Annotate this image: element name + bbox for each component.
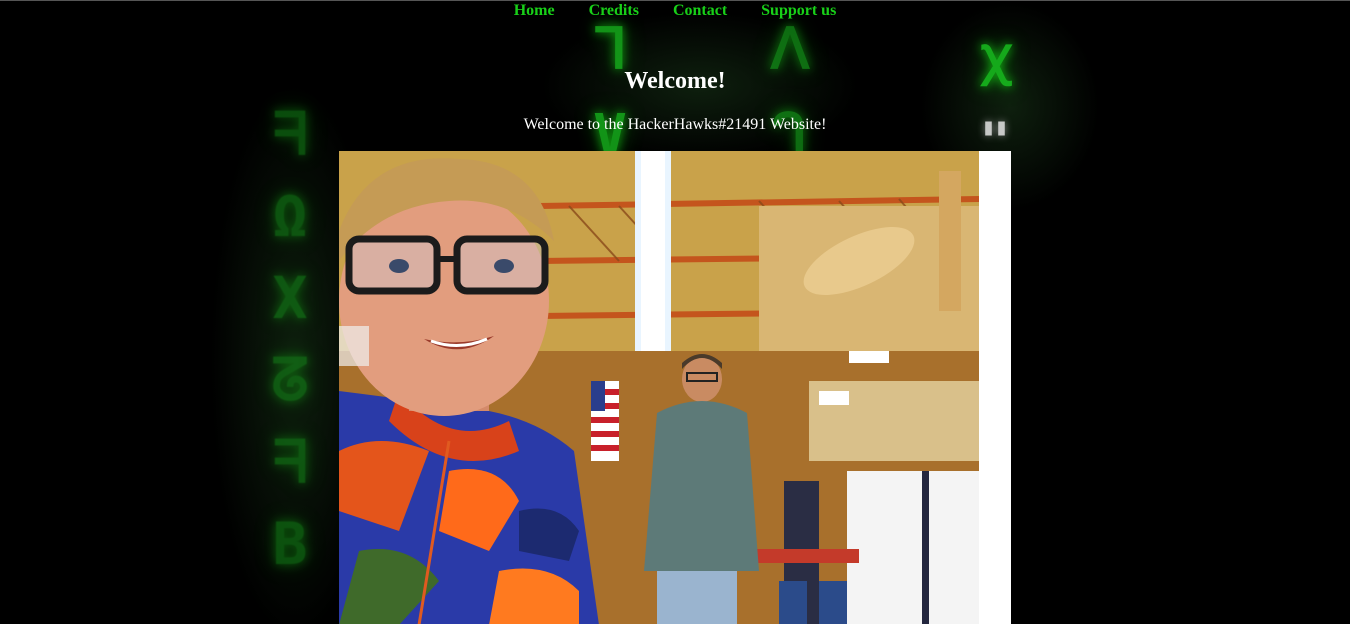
chair-1 (779, 581, 807, 624)
nav-link-contact[interactable]: Contact (673, 1, 727, 21)
cabinet-divider (922, 471, 929, 624)
window-glare (339, 326, 369, 366)
nav-link-home[interactable]: Home (514, 1, 555, 21)
team-photo (339, 151, 979, 624)
team-photo-illustration (339, 151, 979, 624)
matrix-glyph-column-left: ᖷ Ω X ᘔ ᖷ B (250, 93, 330, 585)
nav-link-credits[interactable]: Credits (589, 1, 639, 21)
white-cabinet-2 (929, 471, 979, 624)
top-navigation: Home Credits Contact Support us (0, 1, 1350, 21)
ceiling-light-2 (849, 351, 889, 363)
page: ᖷ Ω X ᘔ ᖷ B ᒣ V ᐱ ᒉ ꭓ " Home Credits Con… (0, 0, 1350, 624)
ceiling-light-3 (819, 391, 849, 405)
glyph: X (272, 264, 308, 332)
team-photo-frame (339, 151, 1011, 624)
glyph: Ω (272, 182, 308, 250)
nav-link-support-us[interactable]: Support us (761, 1, 836, 21)
page-title: Welcome! (624, 68, 726, 94)
white-cabinet-1 (847, 471, 922, 624)
american-flag (591, 381, 619, 461)
table (749, 549, 859, 563)
welcome-message: Welcome to the HackerHawks#21491 Website… (523, 116, 827, 133)
glyph: ᖷ (272, 428, 308, 496)
chair-2 (819, 581, 847, 624)
glyph: ᘔ (271, 346, 309, 414)
glyph: ᖷ (272, 100, 308, 168)
pipe (939, 171, 961, 311)
glyph: B (272, 510, 308, 578)
